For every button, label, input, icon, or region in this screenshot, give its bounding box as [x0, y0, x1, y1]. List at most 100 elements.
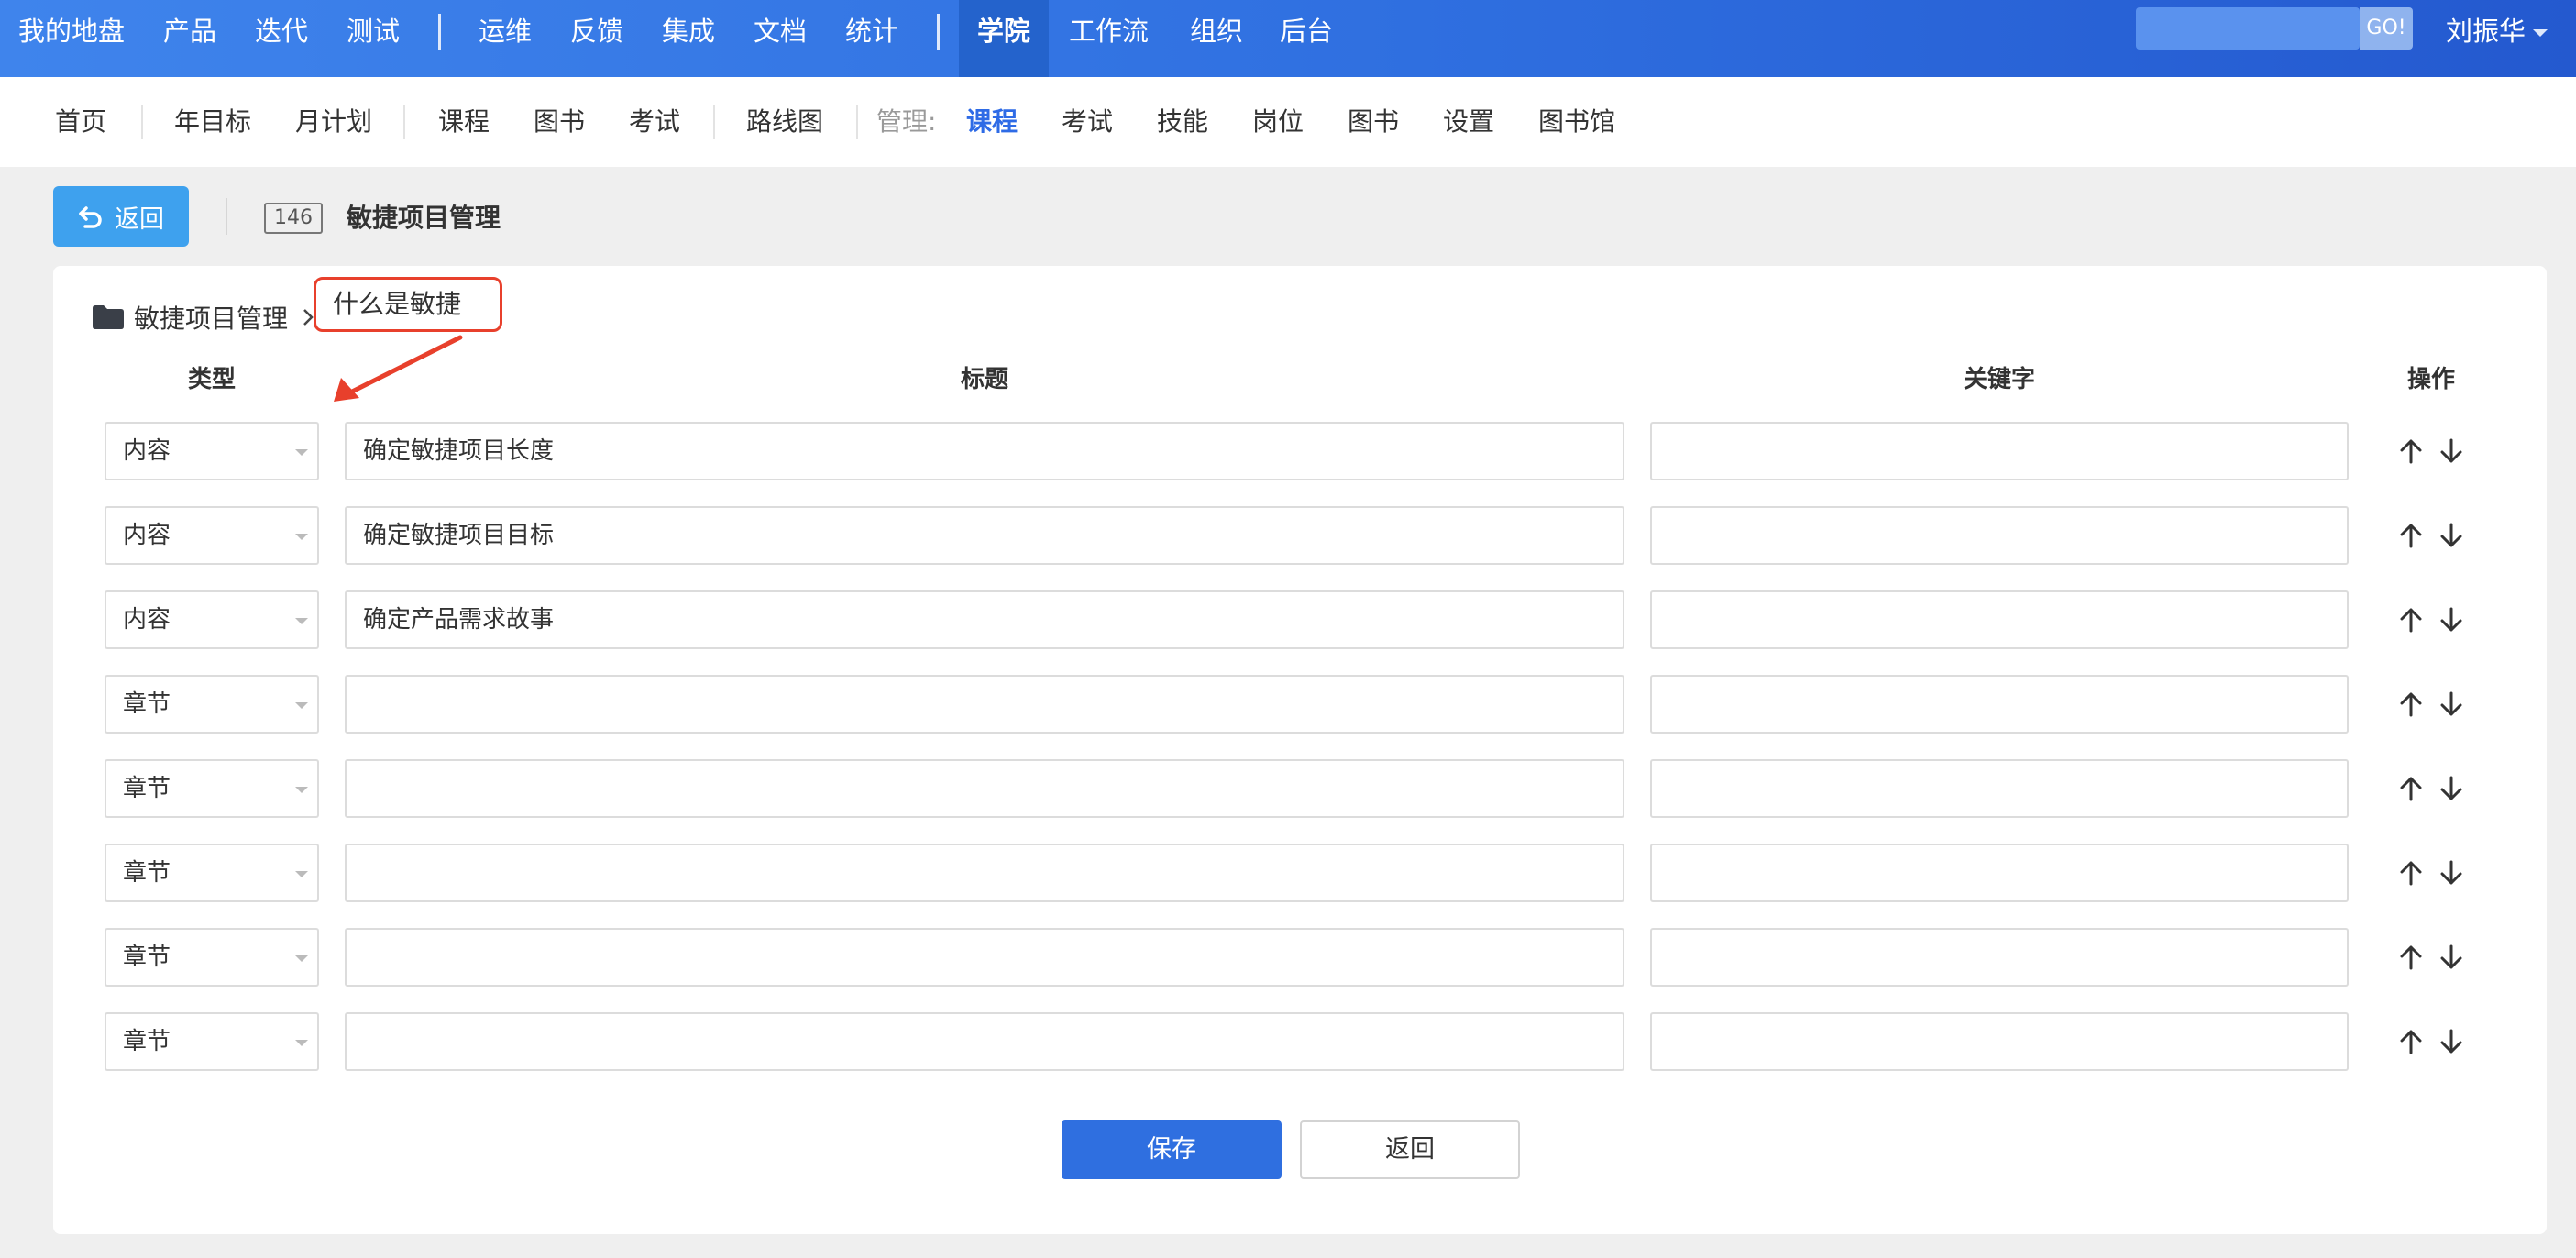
breadcrumb-current: 什么是敏捷	[314, 277, 502, 332]
topnav-docs[interactable]: 文档	[735, 0, 825, 77]
type-select-value: 内容	[123, 522, 171, 549]
column-header-keyword: 关键字	[1963, 366, 2035, 393]
column-header-actions: 操作	[2406, 366, 2455, 393]
column-header-title: 标题	[960, 366, 1008, 393]
save-button[interactable]: 保存	[1062, 1120, 1282, 1179]
arrow-up-icon[interactable]	[2396, 858, 2426, 888]
arrow-up-icon[interactable]	[2396, 1027, 2426, 1056]
keyword-input[interactable]	[1650, 928, 2349, 987]
topnav-ops[interactable]: 运维	[460, 0, 550, 77]
arrow-down-icon[interactable]	[2437, 1027, 2466, 1056]
table-row: 内容 确定敏捷项目目标	[53, 506, 2547, 565]
top-navbar: 我的地盘 产品 迭代 测试 运维 反馈 集成 文档 统计 学院 工作流 组织 后…	[0, 0, 2576, 77]
title-input[interactable]	[345, 844, 1624, 902]
arrow-up-icon[interactable]	[2396, 690, 2426, 719]
subnav-course[interactable]: 课程	[438, 77, 490, 167]
arrow-down-icon[interactable]	[2437, 690, 2466, 719]
search-go-button[interactable]: GO!	[2360, 7, 2413, 50]
title-input[interactable]	[345, 1012, 1624, 1071]
back-button[interactable]: 返回	[53, 186, 189, 247]
type-select[interactable]: 章节	[105, 928, 319, 987]
subnav-divider	[713, 105, 715, 139]
type-select-value: 章节	[123, 944, 171, 971]
subnav-roadmap[interactable]: 路线图	[746, 77, 823, 167]
breadcrumb-root[interactable]: 敏捷项目管理	[134, 299, 288, 336]
subnav-exam[interactable]: 考试	[629, 77, 680, 167]
keyword-input[interactable]	[1650, 844, 2349, 902]
type-select-value: 章节	[123, 859, 171, 887]
topnav-test[interactable]: 测试	[328, 0, 418, 77]
arrow-down-icon[interactable]	[2437, 858, 2466, 888]
column-header-type: 类型	[187, 366, 236, 393]
keyword-input[interactable]	[1650, 675, 2349, 734]
chevron-down-icon	[2533, 29, 2548, 37]
type-select[interactable]: 章节	[105, 844, 319, 902]
keyword-input[interactable]	[1650, 506, 2349, 565]
topnav-product[interactable]: 产品	[145, 0, 235, 77]
table-row: 章节	[53, 844, 2547, 902]
topnav-iteration[interactable]: 迭代	[237, 0, 326, 77]
arrow-up-icon[interactable]	[2396, 521, 2426, 550]
table-row: 内容 确定敏捷项目长度	[53, 422, 2547, 480]
arrow-down-icon[interactable]	[2437, 774, 2466, 803]
back-button-label: 返回	[115, 204, 164, 234]
arrow-down-icon[interactable]	[2437, 605, 2466, 635]
table-row: 章节	[53, 675, 2547, 734]
title-input[interactable]: 确定产品需求故事	[345, 590, 1624, 649]
arrow-up-icon[interactable]	[2396, 436, 2426, 466]
table-row: 章节	[53, 928, 2547, 987]
type-select[interactable]: 内容	[105, 506, 319, 565]
keyword-input[interactable]	[1650, 422, 2349, 480]
keyword-input[interactable]	[1650, 759, 2349, 818]
type-select[interactable]: 章节	[105, 759, 319, 818]
type-select-value: 章节	[123, 1028, 171, 1055]
topnav-academy[interactable]: 学院	[959, 0, 1050, 77]
title-input[interactable]: 确定敏捷项目目标	[345, 506, 1624, 565]
topnav-integration[interactable]: 集成	[644, 0, 733, 77]
title-input[interactable]	[345, 928, 1624, 987]
table-row: 章节	[53, 1012, 2547, 1071]
user-name: 刘振华	[2446, 16, 2526, 47]
keyword-input[interactable]	[1650, 590, 2349, 649]
type-select[interactable]: 内容	[105, 590, 319, 649]
subnav-yearly-goal[interactable]: 年目标	[174, 77, 251, 167]
topnav-my-dashboard[interactable]: 我的地盘	[0, 0, 143, 77]
subnav-manage-exam[interactable]: 考试	[1062, 77, 1113, 167]
subnav-manage-library[interactable]: 图书馆	[1538, 77, 1615, 167]
arrow-down-icon[interactable]	[2437, 943, 2466, 972]
folder-icon	[93, 305, 124, 329]
search-input[interactable]	[2136, 7, 2360, 50]
type-select[interactable]: 内容	[105, 422, 319, 480]
undo-icon	[79, 206, 102, 228]
topnav-workflow[interactable]: 工作流	[1051, 0, 1167, 77]
arrow-up-icon[interactable]	[2396, 605, 2426, 635]
title-input[interactable]	[345, 759, 1624, 818]
cancel-button[interactable]: 返回	[1300, 1120, 1520, 1179]
arrow-up-icon[interactable]	[2396, 774, 2426, 803]
subnav-monthly-plan[interactable]: 月计划	[295, 77, 372, 167]
type-select[interactable]: 章节	[105, 1012, 319, 1071]
subnav-manage-settings[interactable]: 设置	[1443, 77, 1494, 167]
arrow-down-icon[interactable]	[2437, 521, 2466, 550]
project-id-badge: 146	[264, 203, 323, 234]
title-input[interactable]: 确定敏捷项目长度	[345, 422, 1624, 480]
topnav-admin[interactable]: 后台	[1261, 0, 1351, 77]
subnav-manage-label: 管理:	[876, 106, 937, 137]
subnav-home[interactable]: 首页	[55, 77, 106, 167]
subnav-manage-book[interactable]: 图书	[1348, 77, 1399, 167]
topnav-org[interactable]: 组织	[1172, 0, 1261, 77]
subnav-book[interactable]: 图书	[534, 77, 585, 167]
subnav-manage-skill[interactable]: 技能	[1157, 77, 1208, 167]
title-input[interactable]	[345, 675, 1624, 734]
arrow-down-icon[interactable]	[2437, 436, 2466, 466]
keyword-input[interactable]	[1650, 1012, 2349, 1071]
subnav-manage-course[interactable]: 课程	[966, 77, 1018, 167]
topnav-stats[interactable]: 统计	[827, 0, 917, 77]
type-select[interactable]: 章节	[105, 675, 319, 734]
subnav-manage-position[interactable]: 岗位	[1252, 77, 1304, 167]
subnav-divider	[141, 105, 143, 139]
arrow-up-icon[interactable]	[2396, 943, 2426, 972]
user-menu[interactable]: 刘振华	[2446, 0, 2548, 62]
page-title: 敏捷项目管理	[347, 203, 501, 233]
topnav-feedback[interactable]: 反馈	[552, 0, 642, 77]
